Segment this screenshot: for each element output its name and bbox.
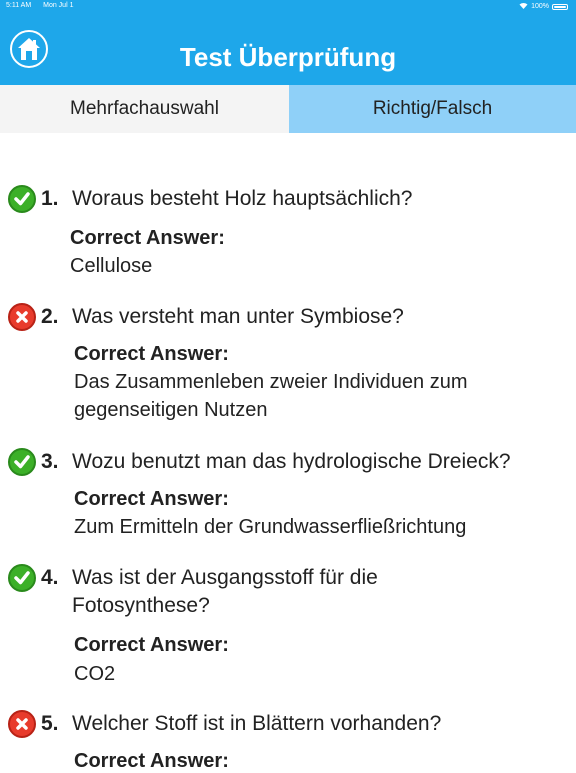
- question-text: Was ist der Ausgangsstoff für die Fotosy…: [72, 566, 378, 617]
- tab-true-false[interactable]: Richtig/Falsch: [289, 85, 576, 133]
- cross-icon: [8, 303, 36, 331]
- question-text: Woraus besteht Holz hauptsächlich?: [72, 187, 413, 210]
- wifi-icon: [519, 2, 528, 11]
- battery-icon: [552, 3, 568, 10]
- question-number: 5.: [41, 712, 59, 735]
- cross-icon: [8, 710, 36, 738]
- answer-text: CO2: [74, 663, 116, 685]
- check-icon: [8, 448, 36, 476]
- question-number: 4.: [41, 566, 59, 589]
- question-text: Welcher Stoff ist in Blättern vorhanden?: [72, 712, 442, 735]
- answer-label: Correct Answer:: [74, 343, 229, 365]
- answer-text: Das Zusammenleben zweier Individuen zum …: [74, 371, 468, 421]
- check-icon: [8, 185, 36, 213]
- question-text: Wozu benutzt man das hydrologische Dreie…: [72, 450, 511, 473]
- tab-multiple-choice[interactable]: Mehrfachauswahl: [0, 85, 289, 133]
- answer-text: Cellulose: [70, 255, 153, 277]
- answer-label: Correct Answer:: [74, 488, 229, 510]
- status-time: 5:11 AM: [6, 2, 32, 9]
- status-date: Mon Jul 1: [43, 2, 74, 9]
- answer-label: Correct Answer:: [74, 750, 229, 772]
- question-number: 1.: [41, 187, 59, 210]
- answer-text: Zum Ermitteln der Grundwasserfließrichtu…: [74, 516, 467, 538]
- answer-label: Correct Answer:: [70, 227, 225, 249]
- question-number: 2.: [41, 305, 59, 328]
- answer-label: Correct Answer:: [74, 634, 229, 656]
- page-title: Test Überprüfung: [179, 42, 397, 72]
- check-icon: [8, 564, 36, 592]
- header-bar: Test Überprüfung: [0, 12, 576, 85]
- tab-bar: Mehrfachauswahl Richtig/Falsch: [0, 85, 576, 133]
- battery-percent: 100%: [531, 3, 549, 10]
- question-number: 3.: [41, 450, 59, 473]
- question-text: Was versteht man unter Symbiose?: [72, 305, 404, 328]
- status-bar: 5:11 AM Mon Jul 1 100%: [0, 0, 576, 12]
